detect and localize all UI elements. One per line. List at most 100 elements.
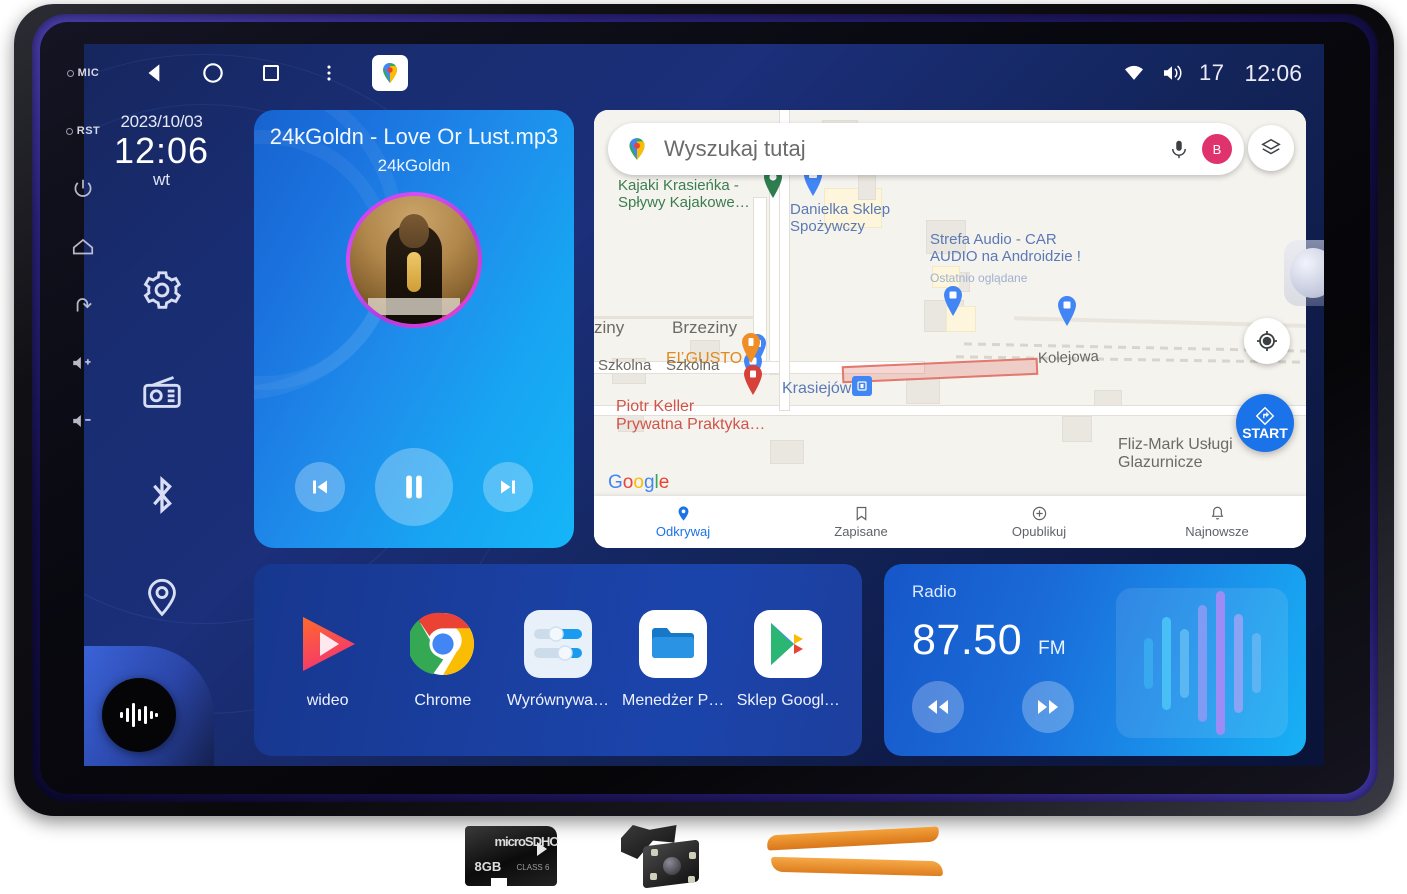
- nav-overflow-button[interactable]: [300, 51, 358, 95]
- app-shortcut-video[interactable]: wideo: [273, 610, 383, 710]
- map-card[interactable]: Kajaki Krasieńka - Spływy Kajakowe… Dani…: [594, 110, 1306, 548]
- rewind-icon: [928, 700, 948, 714]
- map-label: Fliz-Mark Usługi Glazurnicze: [1118, 436, 1233, 471]
- equalizer-glyph-icon: [533, 626, 582, 661]
- map-canvas[interactable]: Kajaki Krasieńka - Spływy Kajakowe… Dani…: [594, 110, 1306, 548]
- hw-power-button[interactable]: [52, 160, 114, 218]
- home-circle-icon: [203, 63, 223, 83]
- app-icon-wrap: [523, 610, 592, 678]
- map-start-label: START: [1242, 425, 1288, 441]
- radio-widget[interactable]: Radio 87.50 FM: [884, 564, 1306, 756]
- accessory-microsd: microSDHC 8GB CLASS 6: [464, 826, 559, 887]
- nav-back-button[interactable]: [126, 51, 184, 95]
- microphone-icon[interactable]: [1168, 137, 1190, 161]
- track-title: 24kGoldn - Love Or Lust.mp3: [269, 124, 559, 149]
- hw-reset-button[interactable]: RST: [52, 102, 114, 160]
- pry-tool-hook: [766, 826, 939, 851]
- accessories-row: microSDHC 8GB CLASS 6: [0, 818, 1407, 894]
- radio-seek-down-button[interactable]: [912, 681, 964, 733]
- map-pin-food[interactable]: [740, 332, 762, 363]
- map-nav-contribute[interactable]: Opublikuj: [950, 496, 1128, 548]
- hw-home-button[interactable]: [52, 218, 114, 276]
- plus-circle-icon: [1032, 506, 1046, 521]
- map-nav-label: Opublikuj: [1011, 524, 1067, 539]
- microsd-notch: [490, 878, 507, 887]
- app-shortcut-equalizer[interactable]: Wyrównywa…: [503, 610, 613, 710]
- app-shortcut-play-store[interactable]: Sklep Googl…: [733, 610, 843, 710]
- google-maps-icon: [383, 63, 397, 83]
- radio-band: FM: [1038, 638, 1066, 659]
- camera-led: [688, 852, 696, 859]
- video-player-icon: [302, 617, 355, 671]
- app-shortcut-file-manager[interactable]: Menedżer P…: [618, 610, 728, 710]
- album-art-ring: [346, 192, 482, 328]
- hw-volume-down-button[interactable]: [52, 392, 114, 450]
- map-nav-updates[interactable]: Najnowsze: [1128, 496, 1306, 548]
- more-vertical-icon: [327, 65, 331, 81]
- location-pin-icon: [147, 578, 176, 617]
- screen: 17 12:06 2023/10/03 12:06 wt 24kGoldn - …: [84, 44, 1324, 766]
- map-building: [1062, 416, 1092, 442]
- sidebar-item-bluetooth[interactable]: [139, 472, 185, 523]
- app-label: Sklep Googl…: [736, 692, 840, 709]
- app-icon-wrap: [639, 610, 708, 678]
- map-account-avatar[interactable]: B: [1202, 134, 1232, 164]
- camera-lens-icon: [662, 857, 681, 875]
- sidebar-item-navigation[interactable]: [139, 574, 185, 625]
- map-pin-health[interactable]: [742, 364, 764, 395]
- hw-volume-up-button[interactable]: [52, 334, 114, 392]
- map-pin-icon: [742, 333, 760, 363]
- statusbar-clock: 12:06: [1244, 59, 1302, 86]
- microsd-capacity: 8GB: [474, 859, 502, 874]
- nav-recents-button[interactable]: [242, 51, 300, 95]
- town-icon: [857, 381, 867, 391]
- album-art: [350, 196, 478, 324]
- app-shortcut-chrome[interactable]: Chrome: [388, 610, 498, 710]
- hw-back-button[interactable]: [52, 276, 114, 334]
- map-my-location-button[interactable]: [1244, 318, 1290, 364]
- music-player-card[interactable]: 24kGoldn - Love Or Lust.mp3 24kGoldn: [254, 110, 574, 548]
- app-label: Menedżer P…: [622, 692, 725, 709]
- back-arrow-icon: [76, 298, 92, 312]
- back-triangle-icon: [148, 64, 160, 82]
- map-pin-audio[interactable]: [942, 286, 964, 316]
- next-track-button[interactable]: [483, 462, 533, 512]
- map-town-marker[interactable]: [852, 376, 872, 396]
- radio-icon: [142, 376, 181, 409]
- recents-square-icon: [263, 65, 279, 81]
- map-pin-audio-2[interactable]: [1056, 296, 1078, 326]
- map-layers-button[interactable]: [1248, 125, 1294, 171]
- album-art-chain: [407, 252, 421, 293]
- map-label: Brzeziny: [672, 318, 738, 337]
- app-label: Chrome: [414, 692, 472, 709]
- map-label: Strefa Audio - CAR AUDIO na Androidzie !: [930, 231, 1081, 265]
- head-unit-device: MIC RST 17 12:06 2023/10/03 12:06 wt 24k…: [14, 4, 1394, 816]
- statusbar-maps-shortcut[interactable]: [372, 55, 408, 91]
- microsd-logo: microSDHC: [494, 834, 559, 849]
- pry-tool-flat: [770, 856, 943, 877]
- bell-icon: [1211, 506, 1223, 520]
- map-start-navigation-button[interactable]: START: [1236, 394, 1294, 452]
- accessory-camera: [619, 825, 705, 889]
- google-maps-pin-icon: [629, 138, 645, 160]
- album-art-banner: [367, 298, 461, 316]
- sidebar-item-settings[interactable]: [139, 267, 185, 318]
- sidebar-item-radio[interactable]: [139, 369, 185, 420]
- previous-track-button[interactable]: [295, 462, 345, 512]
- rotary-volume-knob[interactable]: [1284, 240, 1324, 306]
- map-search-bar[interactable]: Wyszukaj tutaj B: [608, 123, 1244, 175]
- explore-pin-icon: [678, 506, 688, 521]
- map-search-input[interactable]: Wyszukaj tutaj: [664, 136, 1168, 162]
- nav-home-button[interactable]: [184, 51, 242, 95]
- volume-up-icon: [73, 357, 91, 369]
- play-pause-button[interactable]: [375, 448, 453, 526]
- hw-mic-button[interactable]: MIC: [52, 44, 114, 102]
- equalizer-bar: [1215, 591, 1225, 735]
- map-nav-explore[interactable]: Odkrywaj: [594, 496, 772, 548]
- home-icon: [72, 238, 94, 255]
- skip-previous-icon: [313, 480, 327, 494]
- google-play-icon: [754, 610, 823, 678]
- radio-visualizer: [1116, 588, 1288, 738]
- map-nav-saved[interactable]: Zapisane: [772, 496, 950, 548]
- radio-seek-up-button[interactable]: [1022, 681, 1074, 733]
